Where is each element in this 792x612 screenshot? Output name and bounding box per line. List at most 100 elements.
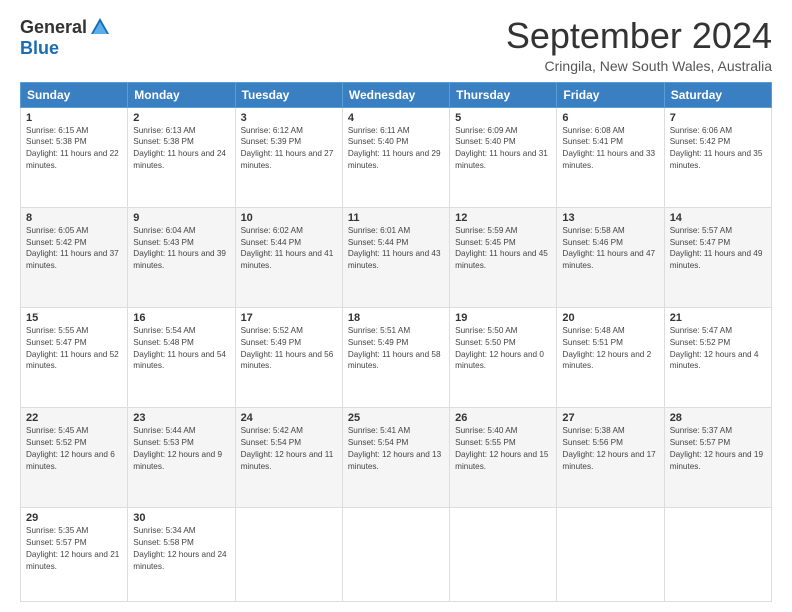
calendar-cell: 19 Sunrise: 5:50 AMSunset: 5:50 PMDaylig… — [450, 307, 557, 407]
day-info: Sunrise: 5:45 AMSunset: 5:52 PMDaylight:… — [26, 426, 115, 471]
day-number: 18 — [348, 312, 444, 324]
day-info: Sunrise: 6:04 AMSunset: 5:43 PMDaylight:… — [133, 226, 226, 271]
calendar-cell: 8 Sunrise: 6:05 AMSunset: 5:42 PMDayligh… — [21, 207, 128, 307]
day-info: Sunrise: 6:12 AMSunset: 5:39 PMDaylight:… — [241, 126, 334, 171]
day-of-week-header: Thursday — [450, 82, 557, 107]
day-info: Sunrise: 5:37 AMSunset: 5:57 PMDaylight:… — [670, 426, 763, 471]
day-number: 11 — [348, 212, 444, 224]
calendar-cell: 5 Sunrise: 6:09 AMSunset: 5:40 PMDayligh… — [450, 107, 557, 207]
calendar-cell: 24 Sunrise: 5:42 AMSunset: 5:54 PMDaylig… — [235, 407, 342, 507]
day-info: Sunrise: 5:58 AMSunset: 5:46 PMDaylight:… — [562, 226, 655, 271]
calendar-cell: 14 Sunrise: 5:57 AMSunset: 5:47 PMDaylig… — [664, 207, 771, 307]
day-number: 8 — [26, 212, 122, 224]
calendar-cell: 1 Sunrise: 6:15 AMSunset: 5:38 PMDayligh… — [21, 107, 128, 207]
calendar-cell: 28 Sunrise: 5:37 AMSunset: 5:57 PMDaylig… — [664, 407, 771, 507]
day-of-week-header: Sunday — [21, 82, 128, 107]
day-number: 16 — [133, 312, 229, 324]
calendar-cell: 18 Sunrise: 5:51 AMSunset: 5:49 PMDaylig… — [342, 307, 449, 407]
day-number: 21 — [670, 312, 766, 324]
day-number: 6 — [562, 112, 658, 124]
location: Cringila, New South Wales, Australia — [506, 58, 772, 74]
calendar-cell: 2 Sunrise: 6:13 AMSunset: 5:38 PMDayligh… — [128, 107, 235, 207]
day-number: 23 — [133, 412, 229, 424]
day-number: 9 — [133, 212, 229, 224]
day-number: 26 — [455, 412, 551, 424]
calendar-cell: 15 Sunrise: 5:55 AMSunset: 5:47 PMDaylig… — [21, 307, 128, 407]
calendar-cell: 17 Sunrise: 5:52 AMSunset: 5:49 PMDaylig… — [235, 307, 342, 407]
day-number: 15 — [26, 312, 122, 324]
day-info: Sunrise: 5:44 AMSunset: 5:53 PMDaylight:… — [133, 426, 222, 471]
logo: General Blue — [20, 16, 111, 59]
day-info: Sunrise: 5:38 AMSunset: 5:56 PMDaylight:… — [562, 426, 655, 471]
day-of-week-header: Saturday — [664, 82, 771, 107]
day-info: Sunrise: 6:15 AMSunset: 5:38 PMDaylight:… — [26, 126, 119, 171]
calendar-cell: 29 Sunrise: 5:35 AMSunset: 5:57 PMDaylig… — [21, 507, 128, 601]
day-info: Sunrise: 5:59 AMSunset: 5:45 PMDaylight:… — [455, 226, 548, 271]
calendar-cell: 13 Sunrise: 5:58 AMSunset: 5:46 PMDaylig… — [557, 207, 664, 307]
calendar-cell — [664, 507, 771, 601]
calendar-cell: 9 Sunrise: 6:04 AMSunset: 5:43 PMDayligh… — [128, 207, 235, 307]
calendar-cell — [235, 507, 342, 601]
day-info: Sunrise: 5:35 AMSunset: 5:57 PMDaylight:… — [26, 526, 119, 571]
calendar-cell: 11 Sunrise: 6:01 AMSunset: 5:44 PMDaylig… — [342, 207, 449, 307]
day-info: Sunrise: 5:48 AMSunset: 5:51 PMDaylight:… — [562, 326, 651, 371]
calendar-table: SundayMondayTuesdayWednesdayThursdayFrid… — [20, 82, 772, 602]
day-info: Sunrise: 6:08 AMSunset: 5:41 PMDaylight:… — [562, 126, 655, 171]
logo-blue-text: Blue — [20, 38, 59, 59]
day-number: 19 — [455, 312, 551, 324]
calendar-cell: 4 Sunrise: 6:11 AMSunset: 5:40 PMDayligh… — [342, 107, 449, 207]
day-number: 17 — [241, 312, 337, 324]
logo-icon — [89, 16, 111, 38]
calendar-cell: 20 Sunrise: 5:48 AMSunset: 5:51 PMDaylig… — [557, 307, 664, 407]
calendar-cell — [450, 507, 557, 601]
day-number: 3 — [241, 112, 337, 124]
day-number: 28 — [670, 412, 766, 424]
calendar-cell: 12 Sunrise: 5:59 AMSunset: 5:45 PMDaylig… — [450, 207, 557, 307]
header-right: September 2024 Cringila, New South Wales… — [506, 16, 772, 74]
calendar-cell: 22 Sunrise: 5:45 AMSunset: 5:52 PMDaylig… — [21, 407, 128, 507]
day-info: Sunrise: 5:50 AMSunset: 5:50 PMDaylight:… — [455, 326, 544, 371]
calendar-cell: 3 Sunrise: 6:12 AMSunset: 5:39 PMDayligh… — [235, 107, 342, 207]
calendar-cell: 30 Sunrise: 5:34 AMSunset: 5:58 PMDaylig… — [128, 507, 235, 601]
day-info: Sunrise: 5:55 AMSunset: 5:47 PMDaylight:… — [26, 326, 119, 371]
day-number: 27 — [562, 412, 658, 424]
day-info: Sunrise: 5:51 AMSunset: 5:49 PMDaylight:… — [348, 326, 441, 371]
day-info: Sunrise: 5:41 AMSunset: 5:54 PMDaylight:… — [348, 426, 441, 471]
day-of-week-header: Wednesday — [342, 82, 449, 107]
day-number: 12 — [455, 212, 551, 224]
day-info: Sunrise: 6:01 AMSunset: 5:44 PMDaylight:… — [348, 226, 441, 271]
day-info: Sunrise: 5:40 AMSunset: 5:55 PMDaylight:… — [455, 426, 548, 471]
day-info: Sunrise: 5:34 AMSunset: 5:58 PMDaylight:… — [133, 526, 226, 571]
calendar-cell: 25 Sunrise: 5:41 AMSunset: 5:54 PMDaylig… — [342, 407, 449, 507]
calendar-header-row: SundayMondayTuesdayWednesdayThursdayFrid… — [21, 82, 772, 107]
day-number: 13 — [562, 212, 658, 224]
day-of-week-header: Tuesday — [235, 82, 342, 107]
calendar-cell: 16 Sunrise: 5:54 AMSunset: 5:48 PMDaylig… — [128, 307, 235, 407]
calendar-cell: 26 Sunrise: 5:40 AMSunset: 5:55 PMDaylig… — [450, 407, 557, 507]
day-number: 30 — [133, 512, 229, 524]
day-number: 20 — [562, 312, 658, 324]
day-info: Sunrise: 6:05 AMSunset: 5:42 PMDaylight:… — [26, 226, 119, 271]
day-info: Sunrise: 6:09 AMSunset: 5:40 PMDaylight:… — [455, 126, 548, 171]
day-info: Sunrise: 6:02 AMSunset: 5:44 PMDaylight:… — [241, 226, 334, 271]
day-info: Sunrise: 6:11 AMSunset: 5:40 PMDaylight:… — [348, 126, 441, 171]
day-number: 25 — [348, 412, 444, 424]
day-of-week-header: Friday — [557, 82, 664, 107]
day-info: Sunrise: 6:06 AMSunset: 5:42 PMDaylight:… — [670, 126, 763, 171]
day-info: Sunrise: 5:52 AMSunset: 5:49 PMDaylight:… — [241, 326, 334, 371]
day-info: Sunrise: 5:47 AMSunset: 5:52 PMDaylight:… — [670, 326, 759, 371]
calendar-cell: 6 Sunrise: 6:08 AMSunset: 5:41 PMDayligh… — [557, 107, 664, 207]
calendar-body: 1 Sunrise: 6:15 AMSunset: 5:38 PMDayligh… — [21, 107, 772, 601]
day-number: 4 — [348, 112, 444, 124]
calendar-page: General Blue September 2024 Cringila, Ne… — [0, 0, 792, 612]
day-info: Sunrise: 5:54 AMSunset: 5:48 PMDaylight:… — [133, 326, 226, 371]
day-number: 7 — [670, 112, 766, 124]
day-number: 2 — [133, 112, 229, 124]
day-info: Sunrise: 5:57 AMSunset: 5:47 PMDaylight:… — [670, 226, 763, 271]
day-number: 22 — [26, 412, 122, 424]
calendar-cell: 23 Sunrise: 5:44 AMSunset: 5:53 PMDaylig… — [128, 407, 235, 507]
day-number: 29 — [26, 512, 122, 524]
header: General Blue September 2024 Cringila, Ne… — [20, 16, 772, 74]
day-number: 10 — [241, 212, 337, 224]
calendar-cell: 27 Sunrise: 5:38 AMSunset: 5:56 PMDaylig… — [557, 407, 664, 507]
